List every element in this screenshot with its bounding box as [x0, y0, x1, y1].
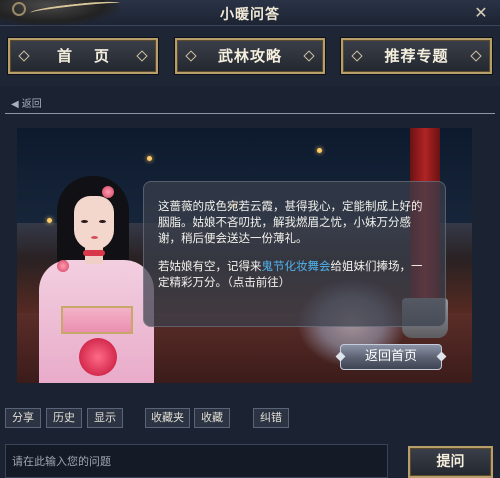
hairpin-flower-icon: [57, 260, 69, 272]
event-link[interactable]: 鬼节化妆舞会: [262, 259, 331, 273]
hairpin-flower-icon: [102, 186, 114, 198]
diamond-ornament-icon: [185, 50, 197, 62]
npc-sash: [61, 306, 133, 334]
diamond-ornament-icon: [470, 50, 482, 62]
favorites-folder-button[interactable]: 收藏夹: [145, 408, 190, 428]
main-nav: 首页 武林攻略 推荐专题: [0, 26, 500, 86]
npc-eye: [99, 220, 106, 223]
nav-home-button[interactable]: 首页: [8, 38, 158, 74]
question-input[interactable]: [5, 444, 388, 478]
correct-button[interactable]: 纠错: [253, 408, 289, 428]
lantern-icon: [47, 218, 52, 223]
dialog-text: 若姑娘有空，记得来: [158, 259, 262, 273]
lantern-icon: [147, 156, 152, 161]
diamond-ornament-icon: [303, 50, 315, 62]
npc-collar: [83, 250, 105, 256]
diamond-ornament-icon: [18, 50, 30, 62]
back-arrow-icon: ◀: [11, 99, 19, 110]
nav-home-label: 首页: [56, 47, 131, 65]
nav-topics-label: 推荐专题: [384, 47, 449, 65]
diamond-ornament-icon: [351, 50, 363, 62]
back-link[interactable]: ◀ 返回: [11, 95, 42, 110]
return-home-button[interactable]: 返回首页: [335, 344, 447, 370]
back-row: ◀ 返回: [5, 90, 495, 114]
favorite-button[interactable]: 收藏: [194, 408, 230, 428]
npc-eye: [81, 220, 88, 223]
nav-guide-label: 武林攻略: [217, 47, 282, 65]
question-row: 提问: [0, 440, 500, 478]
diamond-ornament-icon: [136, 50, 148, 62]
flower-icon: [79, 338, 117, 376]
title-bar: 小暖问答 ✕: [0, 0, 500, 26]
dialog-paragraph-1: 这蔷薇的成色宛若云霞，甚得我心，定能制成上好的胭脂。姑娘不吝叨扰，解我燃眉之忧，…: [158, 199, 423, 245]
return-home-label: 返回首页: [364, 349, 417, 364]
ask-button[interactable]: 提问: [408, 446, 493, 478]
dialog-paragraph-2: 若姑娘有空，记得来鬼节化妆舞会给姐妹们捧场，一定精彩万分。（点击前往）: [158, 258, 433, 290]
display-button[interactable]: 显示: [87, 408, 123, 428]
nav-topics-button[interactable]: 推荐专题: [341, 38, 492, 74]
npc-face: [74, 196, 114, 250]
back-label: 返回: [21, 99, 42, 110]
history-button[interactable]: 历史: [46, 408, 82, 428]
npc-mouth: [91, 236, 98, 239]
lantern-icon: [317, 148, 322, 153]
close-icon[interactable]: ✕: [472, 4, 490, 22]
toolbar: 分享 历史 显示 收藏夹 收藏 纠错: [0, 402, 500, 430]
share-button[interactable]: 分享: [5, 408, 41, 428]
window-title: 小暖问答: [220, 7, 280, 23]
nav-guide-button[interactable]: 武林攻略: [175, 38, 325, 74]
npc-dialog: 这蔷薇的成色宛若云霞，甚得我心，定能制成上好的胭脂。姑娘不吝叨扰，解我燃眉之忧，…: [143, 181, 446, 327]
